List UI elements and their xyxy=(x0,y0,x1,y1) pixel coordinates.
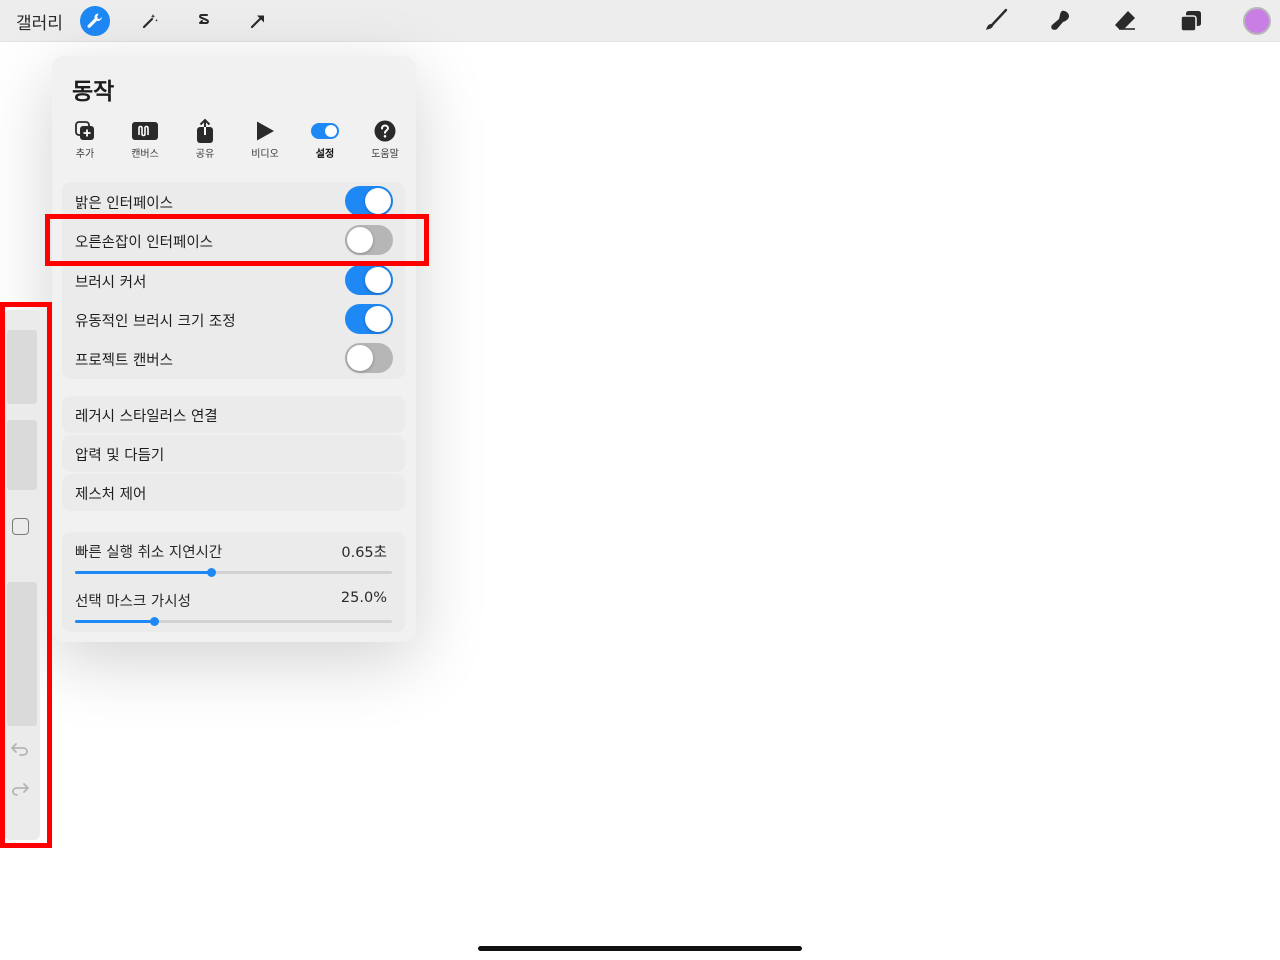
undo-delay-slider-thumb[interactable] xyxy=(207,568,217,577)
selection-mask-slider[interactable] xyxy=(75,617,392,626)
gallery-button[interactable]: 갤러리 xyxy=(16,9,63,34)
light-interface-toggle[interactable] xyxy=(345,186,393,216)
current-color-swatch[interactable] xyxy=(1243,7,1271,35)
highlight-box-right-hand-row xyxy=(45,214,429,266)
legacy-stylus-item[interactable]: 레거시 스타일러스 연결 xyxy=(62,396,405,433)
slider-settings-group: 빠른 실행 취소 지연시간 0.65초 선택 마스크 가시성 25.0% xyxy=(62,532,405,632)
undo-delay-label: 빠른 실행 취소 지연시간 xyxy=(75,545,223,561)
add-icon xyxy=(60,118,110,144)
tab-canvas-label: 캔버스 xyxy=(131,149,159,160)
tab-video-label: 비디오 xyxy=(251,149,279,160)
help-icon xyxy=(360,118,410,144)
gesture-controls-item[interactable]: 제스처 제어 xyxy=(62,474,405,511)
share-icon xyxy=(180,118,230,144)
brush-icon[interactable] xyxy=(980,6,1010,36)
row-brush-cursor: 브러시 커서 xyxy=(62,261,405,300)
panel-title: 동작 xyxy=(72,79,115,105)
magic-wand-icon[interactable] xyxy=(135,6,165,36)
row-project-canvas: 프로젝트 캔버스 xyxy=(62,339,405,378)
row-dynamic-brush-scaling: 유동적인 브러시 크기 조정 xyxy=(62,300,405,339)
eraser-icon[interactable] xyxy=(1110,6,1140,36)
tab-settings[interactable]: 설정 xyxy=(300,118,350,162)
selection-mask-value: 25.0% xyxy=(340,590,387,606)
tab-help[interactable]: 도움말 xyxy=(360,118,410,162)
highlight-box-sidebar xyxy=(0,302,52,848)
selection-icon[interactable] xyxy=(189,6,219,36)
tab-canvas[interactable]: 캔버스 xyxy=(120,118,170,162)
selection-mask-slider-thumb[interactable] xyxy=(150,617,160,626)
video-play-icon xyxy=(240,118,290,144)
undo-delay-slider-fill xyxy=(75,571,212,574)
layers-icon[interactable] xyxy=(1176,6,1206,36)
dynamic-brush-scaling-toggle[interactable] xyxy=(345,304,393,334)
selection-mask-label: 선택 마스크 가시성 xyxy=(75,594,191,610)
brush-cursor-label: 브러시 커서 xyxy=(75,275,147,291)
dynamic-brush-scaling-label: 유동적인 브러시 크기 조정 xyxy=(75,314,236,330)
canvas-icon xyxy=(120,118,170,144)
gesture-controls-label: 제스처 제어 xyxy=(75,487,147,503)
tab-add[interactable]: 추가 xyxy=(60,118,110,162)
pressure-smoothing-label: 압력 및 다듬기 xyxy=(75,448,165,464)
project-canvas-label: 프로젝트 캔버스 xyxy=(75,353,173,369)
tab-add-label: 추가 xyxy=(75,149,95,160)
procreate-screen: 갤러리 동작 추가 캔버스 공유 비디오 설정 도움말 밝은 인터페이스 오른손… xyxy=(0,0,1280,960)
tab-video[interactable]: 비디오 xyxy=(240,118,290,162)
brush-cursor-toggle[interactable] xyxy=(345,265,393,295)
tab-help-label: 도움말 xyxy=(371,149,399,160)
undo-delay-value: 0.65초 xyxy=(341,545,387,561)
tab-share-label: 공유 xyxy=(195,149,215,160)
light-interface-label: 밝은 인터페이스 xyxy=(75,196,173,212)
legacy-stylus-label: 레거시 스타일러스 연결 xyxy=(75,409,218,425)
undo-delay-slider[interactable] xyxy=(75,568,392,577)
wrench-icon[interactable] xyxy=(80,6,110,36)
project-canvas-toggle[interactable] xyxy=(345,343,393,373)
toggle-settings-group: 밝은 인터페이스 오른손잡이 인터페이스 브러시 커서 유동적인 브러시 크기 … xyxy=(62,182,405,379)
top-toolbar: 갤러리 xyxy=(0,0,1280,42)
pressure-smoothing-item[interactable]: 압력 및 다듬기 xyxy=(62,435,405,472)
home-indicator xyxy=(478,946,802,951)
selection-mask-slider-fill xyxy=(75,620,155,623)
tab-share[interactable]: 공유 xyxy=(180,118,230,162)
transform-arrow-icon[interactable] xyxy=(243,6,273,36)
settings-toggle-icon xyxy=(300,118,350,144)
actions-panel: 동작 추가 캔버스 공유 비디오 설정 도움말 밝은 인터페이스 오른손잡이 인… xyxy=(52,56,416,642)
smudge-icon[interactable] xyxy=(1045,6,1075,36)
tab-settings-label: 설정 xyxy=(315,149,335,160)
